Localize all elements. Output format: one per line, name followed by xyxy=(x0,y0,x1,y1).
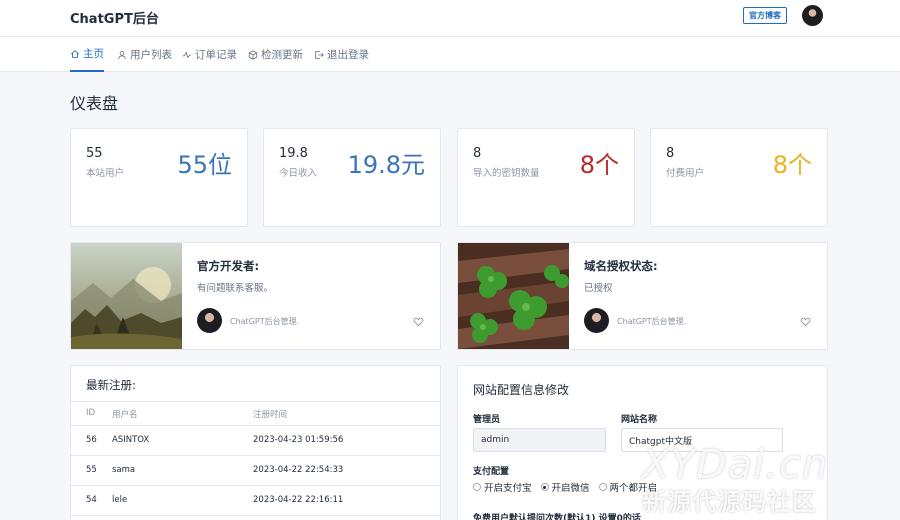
stat-card-paid: 8 付费用户 8个 xyxy=(650,128,828,227)
stat-card-income: 19.8 今日收入 19.8元 xyxy=(263,128,441,227)
nav-item-users[interactable]: 用户列表 xyxy=(117,37,172,72)
table-row[interactable]: 56 ASINTOX 2023-04-23 01:59:56 xyxy=(71,426,440,456)
heart-icon[interactable] xyxy=(800,316,811,327)
cell-time: 2023-04-22 22:16:11 xyxy=(253,495,344,505)
nav-label: 检测更新 xyxy=(261,49,303,61)
radio-both[interactable]: 两个都开启 xyxy=(598,480,658,494)
cell-time: 2023-04-23 01:59:56 xyxy=(253,435,344,445)
admin-label: 管理员 xyxy=(473,415,501,425)
cell-id: 56 xyxy=(86,435,97,445)
nav-item-home[interactable]: 主页 xyxy=(70,37,104,72)
form-title: 网站配置信息修改 xyxy=(473,383,570,397)
mountain-landscape-image xyxy=(71,243,182,349)
stat-label: 付费用户 xyxy=(666,168,705,179)
cell-id: 54 xyxy=(86,495,97,505)
user-avatar[interactable] xyxy=(802,5,823,26)
stat-highlight: 8个 xyxy=(772,151,812,179)
radio-label: 开启微信 xyxy=(551,483,590,494)
stat-value: 8 xyxy=(473,146,482,161)
page-title: 仪表盘 xyxy=(70,94,119,113)
stat-label: 本站用户 xyxy=(86,168,125,179)
column-header-username: 用户名 xyxy=(112,410,138,420)
feature-title: 域名授权状态: xyxy=(584,259,658,273)
feature-author: ChatGPT后台管理. xyxy=(617,317,687,326)
radio-button[interactable] xyxy=(540,483,549,491)
top-header: ChatGPT后台 官方博客 xyxy=(0,0,900,37)
stat-value: 8 xyxy=(666,146,675,161)
logout-icon xyxy=(315,50,324,59)
cell-id: 55 xyxy=(86,465,97,475)
column-header-id: ID xyxy=(86,408,96,418)
payment-radio-group: 开启支付宝 开启微信 两个都开启 xyxy=(473,480,657,494)
radio-label: 开启支付宝 xyxy=(484,483,532,494)
official-blog-button[interactable]: 官方博客 xyxy=(743,7,787,24)
cell-username: lele xyxy=(112,495,128,505)
domain-auth-card: 域名授权状态: 已授权 ChatGPT后台管理. xyxy=(457,242,828,350)
main-nav: 主页 用户列表 订单记录 检测更新 退出登录 xyxy=(0,37,900,72)
stat-label: 导入的密钥数量 xyxy=(473,168,540,179)
feature-title: 官方开发者: xyxy=(197,259,260,273)
author-avatar xyxy=(197,308,222,333)
radio-alipay[interactable]: 开启支付宝 xyxy=(473,480,532,494)
table-title: 最新注册: xyxy=(86,378,136,392)
cell-username: ASINTOX xyxy=(112,435,150,445)
latest-registrations-card: 最新注册: ID 用户名 注册时间 56 ASINTOX 2023-04-23 … xyxy=(70,365,441,520)
payment-config-label: 支付配置 xyxy=(473,467,510,477)
stat-value: 55 xyxy=(86,146,103,161)
admin-input[interactable] xyxy=(473,428,606,452)
clover-image xyxy=(458,243,569,349)
stat-highlight: 55位 xyxy=(177,151,232,179)
brand-title[interactable]: ChatGPT后台 xyxy=(70,8,159,27)
feature-author: ChatGPT后台管理. xyxy=(230,317,300,326)
author-avatar xyxy=(584,308,609,333)
nav-label: 退出登录 xyxy=(327,49,369,61)
feature-description: 有问题联系客服。 xyxy=(197,283,274,294)
nav-item-logout[interactable]: 退出登录 xyxy=(314,37,369,72)
stat-card-users: 55 本站用户 55位 xyxy=(70,128,248,227)
user-icon xyxy=(118,50,126,59)
table-row[interactable]: 55 sama 2023-04-22 22:54:33 xyxy=(71,456,440,486)
nav-item-orders[interactable]: 订单记录 xyxy=(182,37,237,72)
radio-button[interactable] xyxy=(598,483,607,491)
developer-card: 官方开发者: 有问题联系客服。 ChatGPT后台管理. xyxy=(70,242,441,350)
stat-highlight: 8个 xyxy=(579,151,619,179)
table-row[interactable]: 54 lele 2023-04-22 22:16:11 xyxy=(71,486,440,516)
site-name-label: 网站名称 xyxy=(621,415,658,425)
activity-icon xyxy=(182,50,192,58)
column-header-time: 注册时间 xyxy=(253,410,288,420)
site-config-card: 网站配置信息修改 管理员 网站名称 支付配置 开启支付宝 开启微信 两个都开启 … xyxy=(457,365,828,520)
nav-label: 用户列表 xyxy=(130,49,172,61)
nav-label: 订单记录 xyxy=(195,49,237,61)
radio-button[interactable] xyxy=(473,483,481,491)
heart-icon[interactable] xyxy=(413,316,424,327)
stat-label: 今日收入 xyxy=(279,168,318,179)
site-name-input[interactable] xyxy=(621,428,783,452)
cell-time: 2023-04-22 22:54:33 xyxy=(253,465,344,475)
stat-value: 19.8 xyxy=(279,146,308,161)
radio-wechat[interactable]: 开启微信 xyxy=(540,480,590,494)
stat-highlight: 19.8元 xyxy=(347,151,425,179)
home-icon xyxy=(70,49,80,58)
radio-label: 两个都开启 xyxy=(609,483,658,494)
stat-card-keys: 8 导入的密钥数量 8个 xyxy=(457,128,635,227)
table-header: ID 用户名 注册时间 xyxy=(71,401,440,426)
free-question-count-label: 免费用户默认提问次数(默认1) 设置0的话 xyxy=(473,514,641,520)
cell-username: sama xyxy=(112,465,136,475)
nav-item-update[interactable]: 检测更新 xyxy=(248,37,303,72)
package-icon xyxy=(248,49,258,60)
feature-description: 已授权 xyxy=(584,283,613,294)
nav-label: 主页 xyxy=(83,48,104,60)
